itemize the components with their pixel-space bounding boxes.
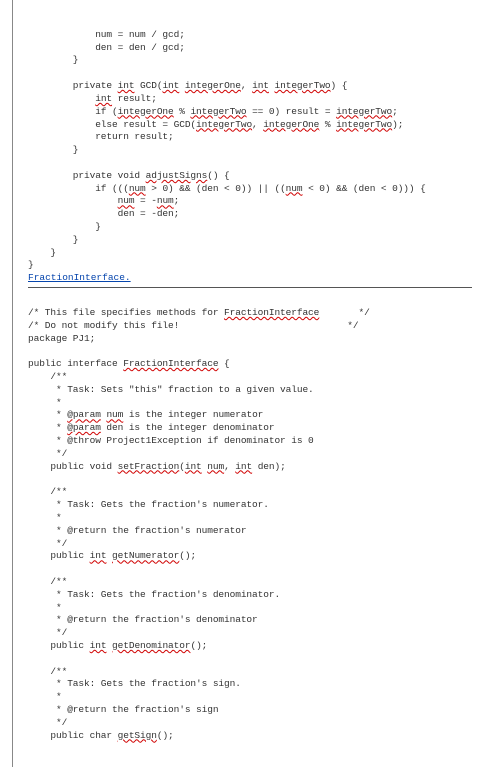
code-line: * @param den is the integer denominator [28, 422, 274, 433]
code-line: } [28, 54, 78, 65]
code-line: package PJ1; [28, 333, 95, 344]
code-line: num = -num; [28, 195, 179, 206]
code-block-bottom: /* This file specifies methods for Fract… [28, 294, 472, 742]
code-line: public char getSign(); [28, 730, 174, 741]
code-line: * @param num is the integer numerator [28, 409, 263, 420]
code-line: * [28, 691, 62, 702]
code-line: num = num / gcd; [28, 29, 185, 40]
code-line: public void setFraction(int num, int den… [28, 461, 286, 472]
code-line: if (((num > 0) && (den < 0)) || ((num < … [28, 183, 426, 194]
code-line: /** [28, 371, 67, 382]
code-line: den = -den; [28, 208, 179, 219]
code-line: */ [28, 717, 67, 728]
code-line: private void adjustSigns() { [28, 170, 230, 181]
code-line: } [28, 144, 78, 155]
document-page: num = num / gcd; den = den / gcd; } priv… [0, 0, 500, 767]
code-line: } [28, 234, 78, 245]
fraction-interface-link[interactable]: FractionInterface. [28, 272, 131, 283]
margin-rule [12, 0, 13, 767]
code-line: /** [28, 486, 67, 497]
code-line: return result; [28, 131, 174, 142]
code-line: /* Do not modify this file! */ [28, 320, 358, 331]
code-line: if (integerOne % integerTwo == 0) result… [28, 106, 398, 117]
code-line: * [28, 397, 62, 408]
code-line: /** [28, 666, 67, 677]
code-line: /* This file specifies methods for Fract… [28, 307, 370, 318]
code-line: } [28, 259, 34, 270]
code-line: private int GCD(int integerOne, int inte… [28, 80, 347, 91]
code-line: else result = GCD(integerTwo, integerOne… [28, 119, 403, 130]
code-line: den = den / gcd; [28, 42, 185, 53]
code-block-top: num = num / gcd; den = den / gcd; } priv… [28, 16, 472, 272]
section-divider [28, 287, 472, 288]
code-line: */ [28, 538, 67, 549]
code-line: } [28, 247, 56, 258]
code-line: public int getDenominator(); [28, 640, 207, 651]
code-line: * @return the fraction's numerator [28, 525, 246, 536]
code-line: */ [28, 448, 67, 459]
code-line: */ [28, 627, 67, 638]
code-line: * Task: Gets the fraction's denominator. [28, 589, 280, 600]
code-line: * @return the fraction's denominator [28, 614, 258, 625]
code-line: * [28, 602, 62, 613]
code-line: * Task: Sets "this" fraction to a given … [28, 384, 314, 395]
code-line: * @throw Project1Exception if denominato… [28, 435, 314, 446]
code-line: /** [28, 576, 67, 587]
code-line: * @return the fraction's sign [28, 704, 218, 715]
code-line: * Task: Gets the fraction's numerator. [28, 499, 269, 510]
code-line: * [28, 512, 62, 523]
code-line: public interface FractionInterface { [28, 358, 230, 369]
code-line: int result; [28, 93, 157, 104]
code-line: public int getNumerator(); [28, 550, 196, 561]
code-line: } [28, 221, 101, 232]
code-line: * Task: Gets the fraction's sign. [28, 678, 241, 689]
